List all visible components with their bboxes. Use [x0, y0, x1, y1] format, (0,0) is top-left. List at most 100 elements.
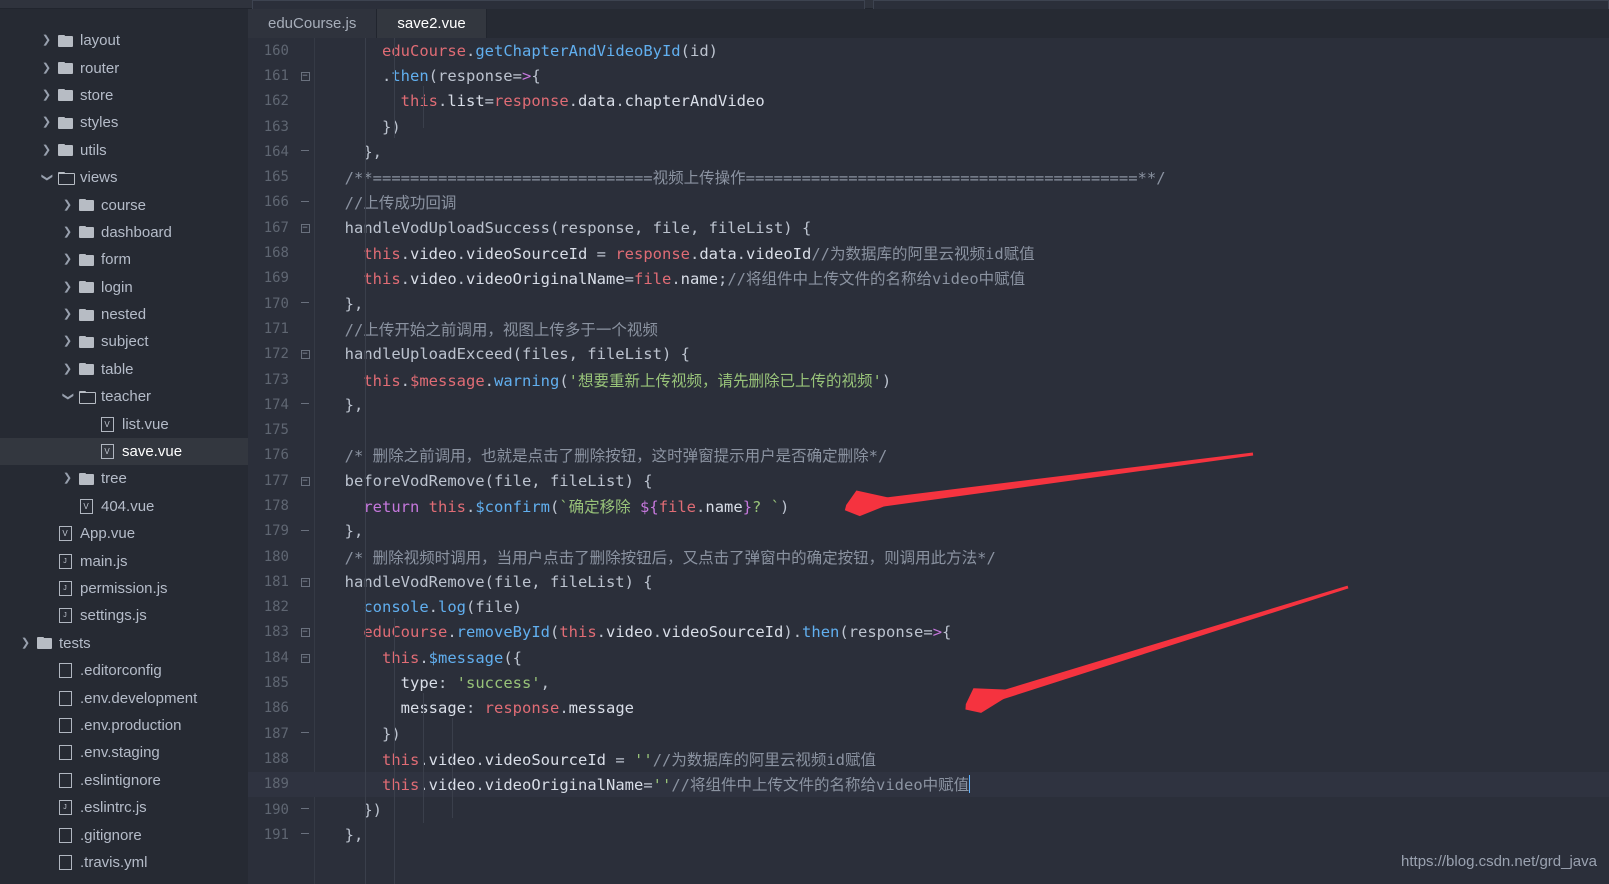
code-line-161[interactable]: 161− .then(response=>{	[248, 63, 1609, 88]
line-number[interactable]: 173	[248, 372, 296, 388]
line-number[interactable]: 182	[248, 599, 296, 615]
chevron-right-icon[interactable]: ❯	[60, 363, 75, 375]
chevron-down-icon[interactable]: ❯	[62, 389, 74, 404]
code-line-187[interactable]: 187 })	[248, 721, 1609, 746]
tree-item-env-production[interactable]: .env.production	[0, 712, 248, 739]
code-line-175[interactable]: 175	[248, 417, 1609, 442]
line-number[interactable]: 171	[248, 321, 296, 337]
code-line-174[interactable]: 174 },	[248, 392, 1609, 417]
code-line-166[interactable]: 166 //上传成功回调	[248, 190, 1609, 215]
chevron-right-icon[interactable]: ❯	[39, 35, 54, 46]
tree-item-layout[interactable]: ❯ layout	[0, 27, 248, 54]
tree-item-utils[interactable]: ❯ utils	[0, 137, 248, 164]
tree-item-tests[interactable]: ❯ tests	[0, 630, 248, 657]
code-line-182[interactable]: 182 console.log(file)	[248, 595, 1609, 620]
tree-item-permission-js[interactable]: Jpermission.js	[0, 575, 248, 602]
fold-line-end-icon[interactable]	[296, 729, 314, 739]
chevron-right-icon[interactable]: ❯	[60, 281, 75, 293]
line-number[interactable]: 169	[248, 270, 296, 286]
tree-item-env-staging[interactable]: .env.staging	[0, 739, 248, 766]
line-number[interactable]: 188	[248, 751, 296, 767]
fold-collapse-icon[interactable]: −	[296, 349, 314, 360]
chevron-right-icon[interactable]: ❯	[60, 254, 75, 265]
tree-item-tree[interactable]: ❯ tree	[0, 465, 248, 492]
tree-item-router[interactable]: ❯ router	[0, 54, 248, 81]
code-line-172[interactable]: 172− handleUploadExceed(files, fileList)…	[248, 342, 1609, 367]
tree-item-save-vue[interactable]: Vsave.vue	[0, 437, 248, 466]
tree-item-views[interactable]: ❯ views	[0, 164, 248, 191]
fold-line-end-icon[interactable]	[296, 147, 314, 157]
tab-save2-vue[interactable]: save2.vue	[377, 9, 487, 38]
chevron-right-icon[interactable]: ❯	[60, 309, 75, 320]
code-line-160[interactable]: 160 eduCourse.getChapterAndVideoById(id)	[248, 38, 1609, 63]
editor-tabbar[interactable]: eduCourse.js save2.vue	[248, 9, 1609, 38]
line-number[interactable]: 163	[248, 119, 296, 135]
fold-line-end-icon[interactable]	[296, 805, 314, 815]
code-line-189[interactable]: 189 this.video.videoOriginalName=''//将组件…	[248, 771, 1609, 797]
line-number[interactable]: 190	[248, 802, 296, 818]
tree-item-list-vue[interactable]: Vlist.vue	[0, 410, 248, 437]
tree-item-login[interactable]: ❯ login	[0, 274, 248, 301]
chevron-right-icon[interactable]: ❯	[60, 336, 75, 347]
line-number[interactable]: 184	[248, 650, 296, 666]
code-line-176[interactable]: 176 /* 删除之前调用，也就是点击了删除按钮，这时弹窗提示用户是否确定删除*…	[248, 443, 1609, 468]
chevron-right-icon[interactable]: ❯	[39, 144, 54, 156]
line-number[interactable]: 179	[248, 523, 296, 539]
tree-item-main-js[interactable]: Jmain.js	[0, 547, 248, 574]
tree-item-store[interactable]: ❯ store	[0, 82, 248, 109]
line-number[interactable]: 186	[248, 700, 296, 716]
line-number[interactable]: 172	[248, 346, 296, 362]
chevron-right-icon[interactable]: ❯	[39, 62, 54, 74]
tree-item-eslintrc-js[interactable]: J .eslintrc.js	[0, 794, 248, 821]
tree-item-404-vue[interactable]: V 404.vue	[0, 493, 248, 520]
line-number[interactable]: 170	[248, 296, 296, 312]
line-number[interactable]: 175	[248, 422, 296, 438]
fold-line-end-icon[interactable]	[296, 197, 314, 207]
line-number[interactable]: 176	[248, 447, 296, 463]
code-line-173[interactable]: 173 this.$message.warning('想要重新上传视频，请先删除…	[248, 367, 1609, 392]
line-number[interactable]: 178	[248, 498, 296, 514]
line-number[interactable]: 191	[248, 827, 296, 843]
code-line-181[interactable]: 181− handleVodRemove(file, fileList) {	[248, 569, 1609, 594]
line-number[interactable]: 164	[248, 144, 296, 160]
tree-item-editorconfig[interactable]: .editorconfig	[0, 657, 248, 684]
code-line-170[interactable]: 170 },	[248, 291, 1609, 316]
code-line-183[interactable]: 183− eduCourse.removeById(this.video.vid…	[248, 620, 1609, 645]
line-number[interactable]: 177	[248, 473, 296, 489]
chevron-right-icon[interactable]: ❯	[18, 637, 33, 649]
code-line-188[interactable]: 188 this.video.videoSourceId = ''//为数据库的…	[248, 746, 1609, 771]
chevron-right-icon[interactable]: ❯	[39, 117, 54, 128]
code-line-162[interactable]: 162 this.list=response.data.chapterAndVi…	[248, 89, 1609, 114]
fold-collapse-icon[interactable]: −	[296, 627, 314, 638]
tab-educourse-js[interactable]: eduCourse.js	[248, 9, 378, 38]
tree-item-teacher[interactable]: ❯ teacher	[0, 383, 248, 410]
fold-line-end-icon[interactable]	[296, 299, 314, 309]
code-line-165[interactable]: 165 /**==============================视频上…	[248, 164, 1609, 189]
fold-collapse-icon[interactable]: −	[296, 653, 314, 663]
tree-item-subject[interactable]: ❯ subject	[0, 328, 248, 355]
line-number[interactable]: 162	[248, 93, 296, 109]
fold-line-end-icon[interactable]	[296, 830, 314, 840]
code-line-178[interactable]: 178 return this.$confirm(`确定移除 ${file.na…	[248, 493, 1609, 518]
fold-line-end-icon[interactable]	[296, 526, 314, 536]
tree-item-gitignore[interactable]: .gitignore	[0, 821, 248, 848]
fold-collapse-icon[interactable]: −	[296, 223, 314, 233]
tree-item-dashboard[interactable]: ❯ dashboard	[0, 219, 248, 246]
chevron-down-icon[interactable]: ❯	[41, 170, 53, 185]
tree-item-course[interactable]: ❯ course	[0, 191, 248, 218]
line-number[interactable]: 165	[248, 169, 296, 185]
line-number[interactable]: 161	[248, 68, 296, 84]
code-line-168[interactable]: 168 this.video.videoSourceId = response.…	[248, 240, 1609, 265]
line-number[interactable]: 189	[248, 776, 296, 792]
code-line-171[interactable]: 171 //上传开始之前调用，视图上传多于一个视频	[248, 316, 1609, 341]
line-number[interactable]: 160	[248, 43, 296, 59]
code-line-184[interactable]: 184− this.$message({	[248, 645, 1609, 670]
code-area[interactable]: 160 eduCourse.getChapterAndVideoById(id)…	[248, 38, 1609, 884]
line-number[interactable]: 180	[248, 549, 296, 565]
chevron-right-icon[interactable]: ❯	[60, 473, 75, 484]
tree-item-eslintignore[interactable]: .eslintignore	[0, 767, 248, 794]
code-line-179[interactable]: 179 },	[248, 519, 1609, 544]
tree-item-form[interactable]: ❯ form	[0, 246, 248, 273]
line-number[interactable]: 183	[248, 624, 296, 640]
chevron-right-icon[interactable]: ❯	[60, 199, 75, 211]
